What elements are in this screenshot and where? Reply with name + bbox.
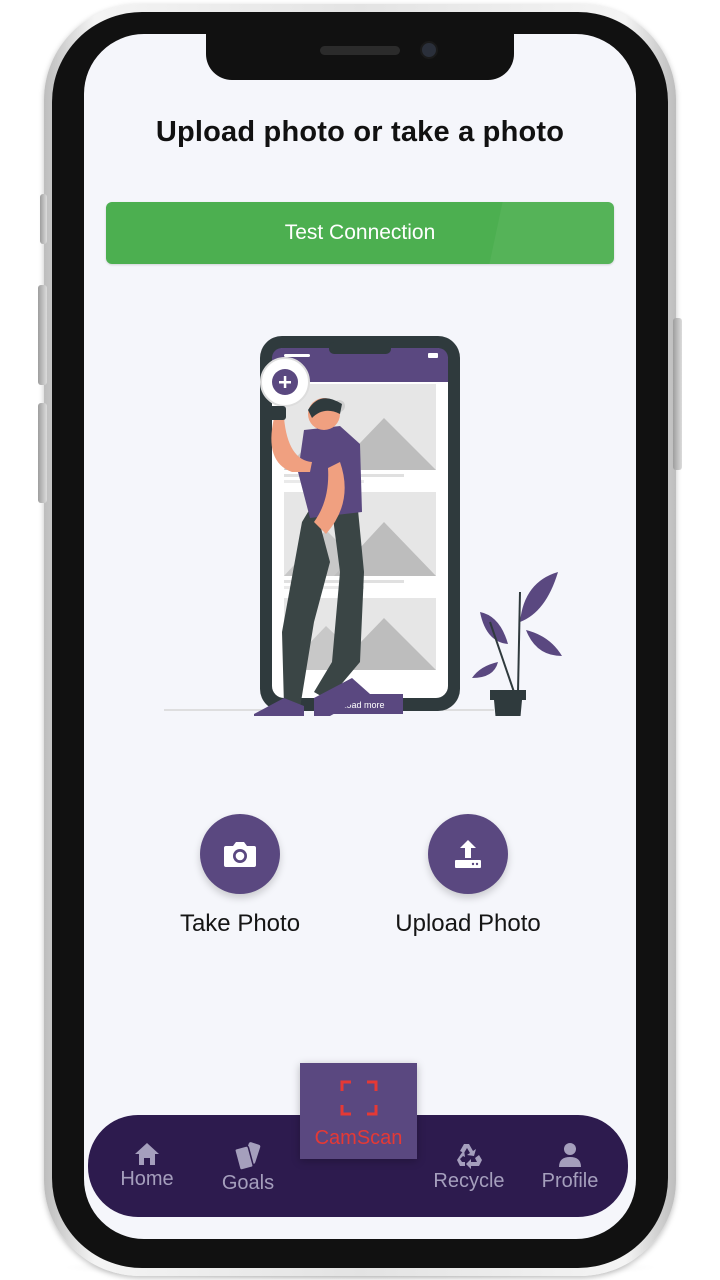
test-connection-button[interactable]: Test Connection <box>106 202 614 264</box>
upload-photo-label: Upload Photo <box>395 910 541 937</box>
upload-photo-action[interactable]: Upload Photo <box>368 814 568 938</box>
app-screen: Upload photo or take a photo Test Connec… <box>84 34 636 1239</box>
person-icon <box>559 1143 581 1167</box>
mute-switch <box>40 194 47 244</box>
tab-recycle[interactable]: Recycle <box>424 1141 514 1193</box>
upload-photo-button[interactable] <box>428 814 508 894</box>
scan-frame-icon <box>340 1080 378 1116</box>
upload-icon <box>455 840 481 868</box>
tab-profile-label: Profile <box>541 1170 599 1192</box>
recycle-icon <box>457 1144 482 1169</box>
camscan-button[interactable]: CamScan <box>300 1063 417 1159</box>
take-photo-label: Take Photo <box>179 910 301 937</box>
speaker-grille <box>320 46 400 55</box>
page-title: Upload photo or take a photo <box>155 116 565 148</box>
upload-illustration: Load more <box>164 336 562 716</box>
tab-profile[interactable]: Profile <box>525 1141 615 1193</box>
volume-up-button <box>38 285 47 385</box>
take-photo-action[interactable]: Take Photo <box>140 814 340 938</box>
front-camera <box>420 41 438 59</box>
tab-home[interactable]: Home <box>102 1141 192 1191</box>
cards-icon <box>234 1142 261 1171</box>
tab-goals[interactable]: Goals <box>203 1141 293 1195</box>
notch <box>206 34 514 80</box>
take-photo-button[interactable] <box>200 814 280 894</box>
camera-icon <box>224 842 256 867</box>
tab-goals-label: Goals <box>221 1172 275 1194</box>
power-button <box>673 318 682 470</box>
home-icon <box>135 1143 159 1165</box>
test-connection-label: Test Connection <box>284 221 436 244</box>
tab-recycle-label: Recycle <box>433 1170 505 1192</box>
tab-home-label: Home <box>120 1168 174 1190</box>
camscan-label: CamScan <box>314 1127 403 1149</box>
volume-down-button <box>38 403 47 503</box>
